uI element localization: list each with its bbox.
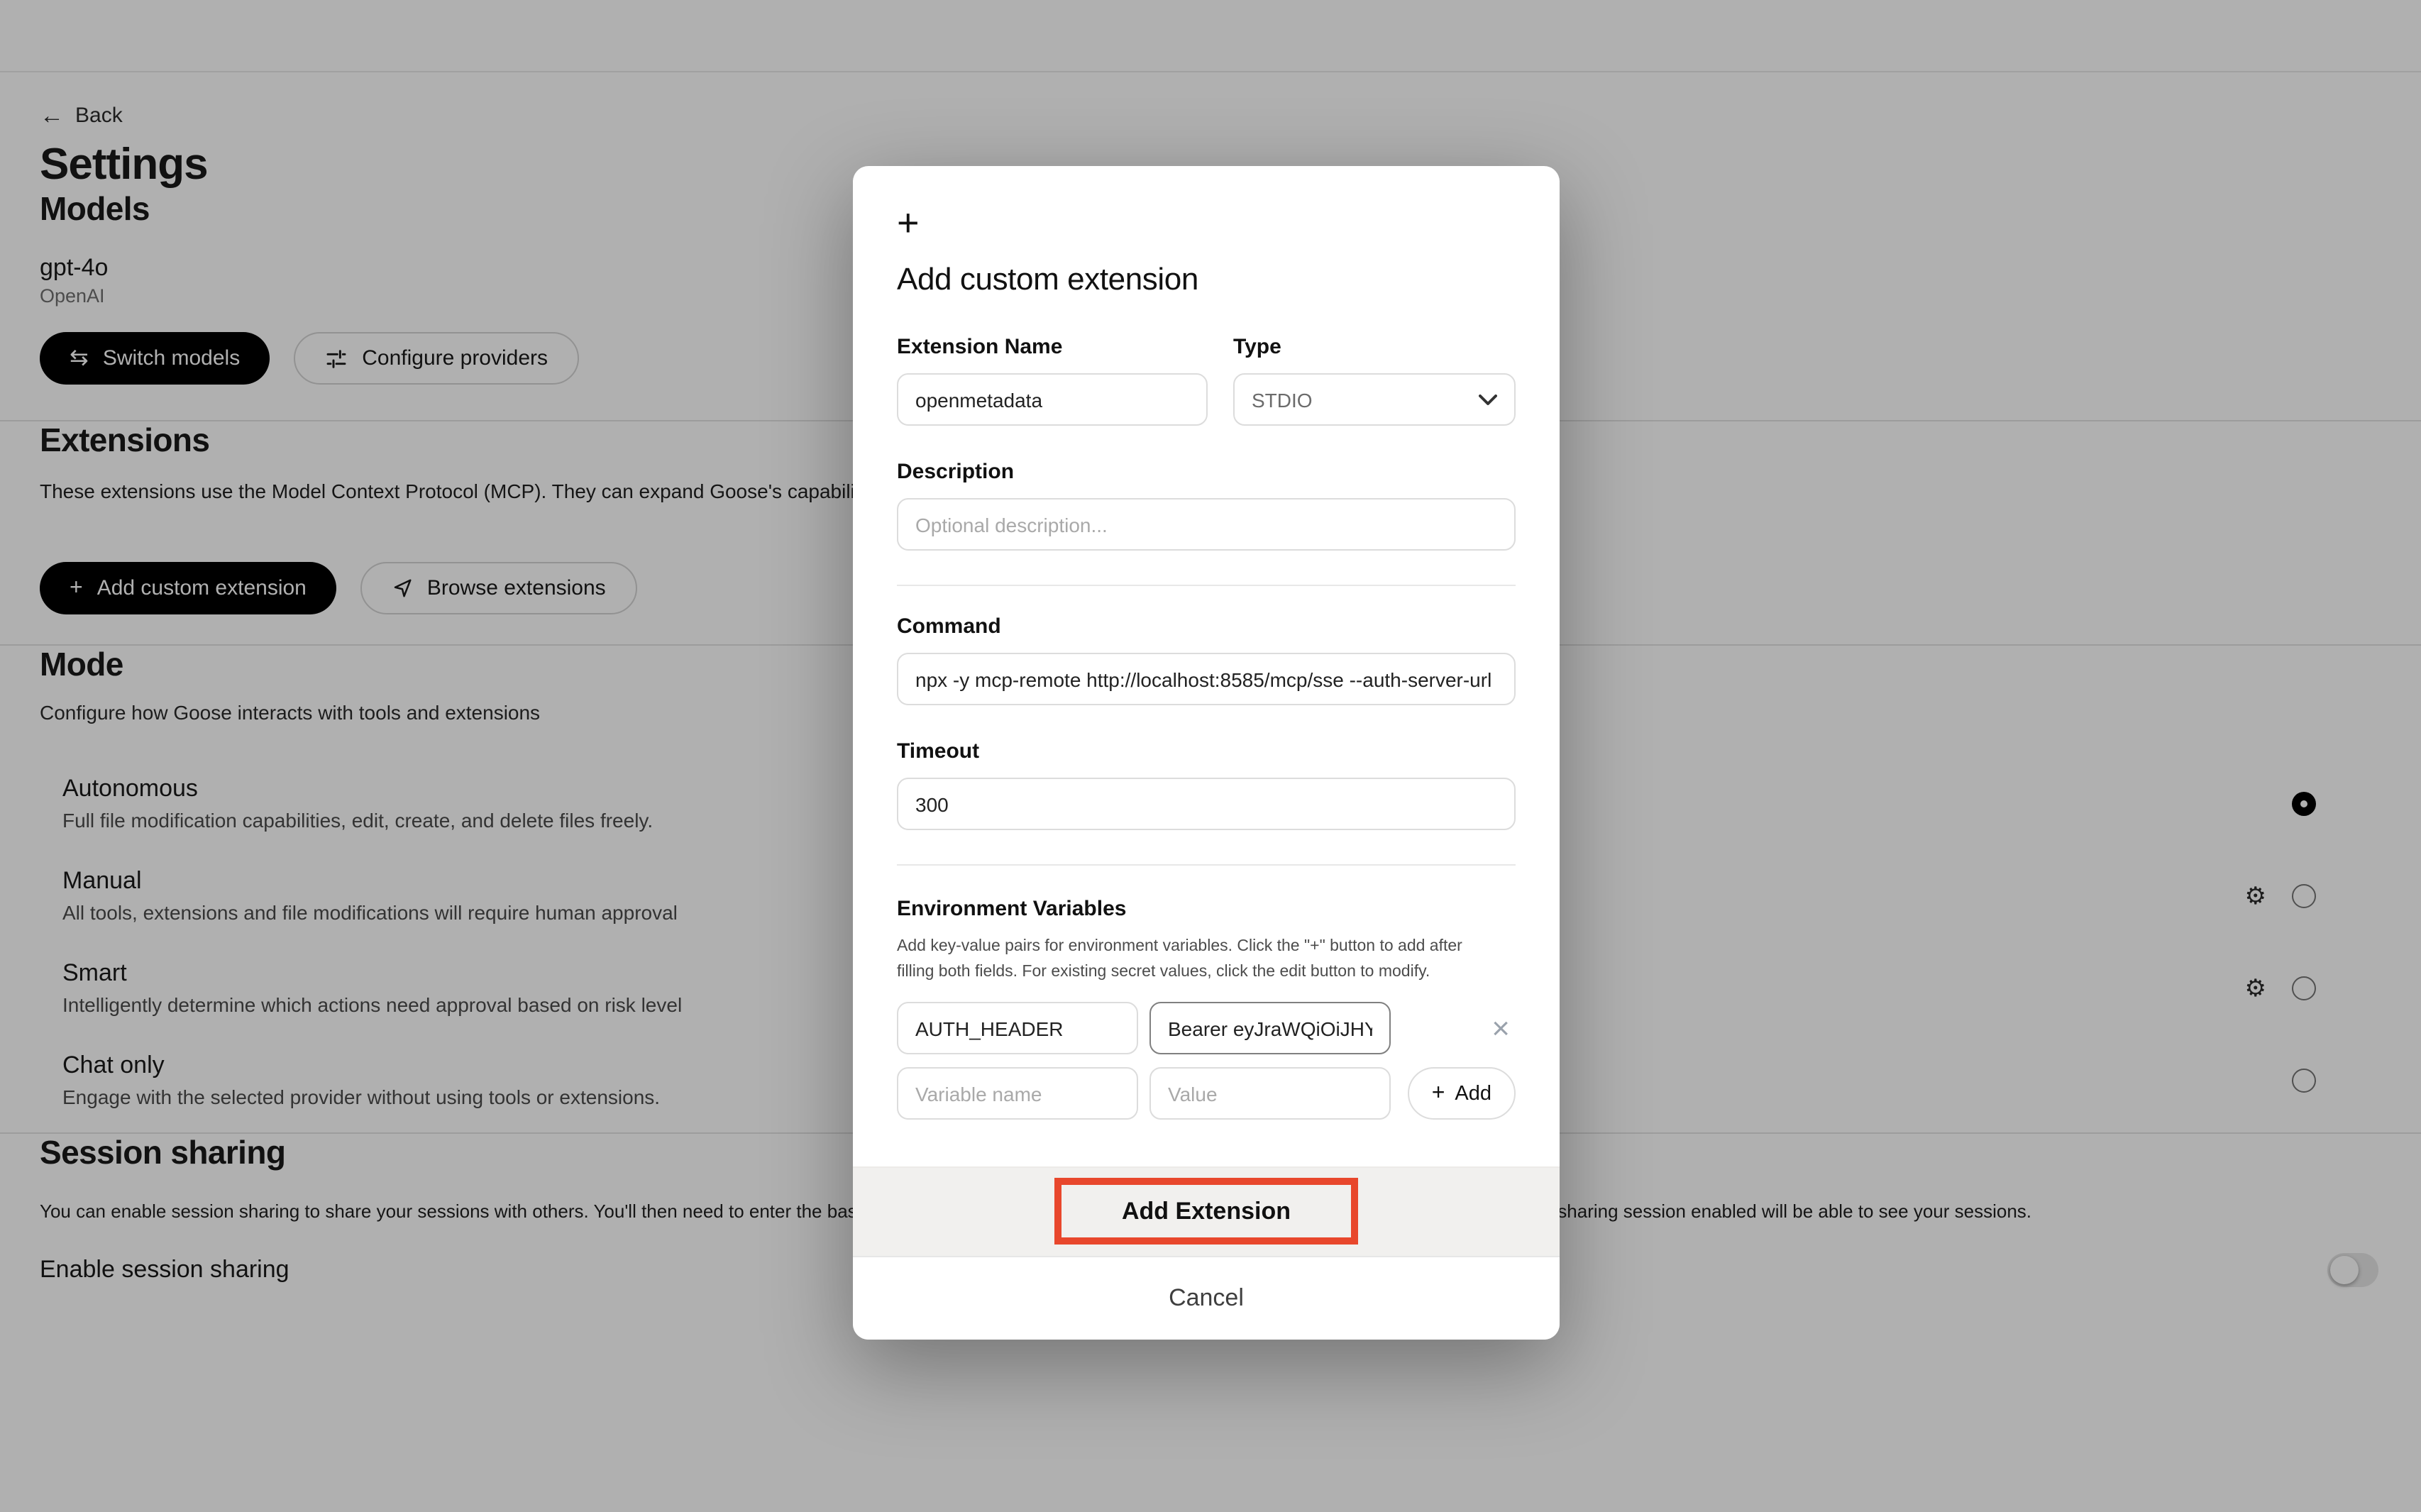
type-label: Type — [1233, 335, 1516, 360]
chevron-down-icon — [1479, 394, 1497, 405]
timeout-label: Timeout — [897, 739, 1516, 765]
env-vars-help: Add key-value pairs for environment vari… — [897, 934, 1516, 985]
remove-env-var-icon[interactable]: × — [1491, 1012, 1510, 1044]
env-var-new-row: + Add — [897, 1067, 1516, 1120]
command-input[interactable] — [897, 653, 1516, 705]
env-name-placeholder-input[interactable] — [897, 1067, 1138, 1120]
add-extension-submit-label: Add Extension — [1122, 1198, 1291, 1226]
divider — [897, 585, 1516, 586]
env-name-input[interactable] — [897, 1002, 1138, 1054]
type-select-value: STDIO — [1252, 388, 1313, 411]
divider — [897, 864, 1516, 866]
timeout-input[interactable] — [897, 778, 1516, 830]
env-vars-heading: Environment Variables — [897, 897, 1516, 922]
plus-icon: + — [1432, 1082, 1445, 1105]
add-extension-submit-button[interactable]: Add Extension — [853, 1166, 1560, 1256]
env-value-input[interactable] — [1149, 1002, 1391, 1054]
env-vars-help-line1: Add key-value pairs for environment vari… — [897, 934, 1516, 959]
add-env-var-label: Add — [1455, 1082, 1491, 1105]
description-label: Description — [897, 460, 1516, 485]
add-env-var-button[interactable]: + Add — [1408, 1067, 1516, 1120]
extension-name-input[interactable] — [897, 373, 1208, 426]
extension-name-label: Extension Name — [897, 335, 1208, 360]
env-value-placeholder-input[interactable] — [1149, 1067, 1391, 1120]
type-select[interactable]: STDIO — [1233, 373, 1516, 426]
plus-icon: + — [897, 204, 1516, 241]
command-label: Command — [897, 614, 1516, 640]
description-input[interactable] — [897, 498, 1516, 551]
add-custom-extension-modal: + Add custom extension Extension Name Ty… — [853, 166, 1560, 1340]
env-var-row: × — [897, 1002, 1516, 1054]
cancel-button[interactable]: Cancel — [853, 1256, 1560, 1340]
cancel-button-label: Cancel — [1169, 1284, 1244, 1313]
modal-title: Add custom extension — [897, 261, 1516, 298]
env-vars-help-line2: filling both fields. For existing secret… — [897, 959, 1516, 985]
